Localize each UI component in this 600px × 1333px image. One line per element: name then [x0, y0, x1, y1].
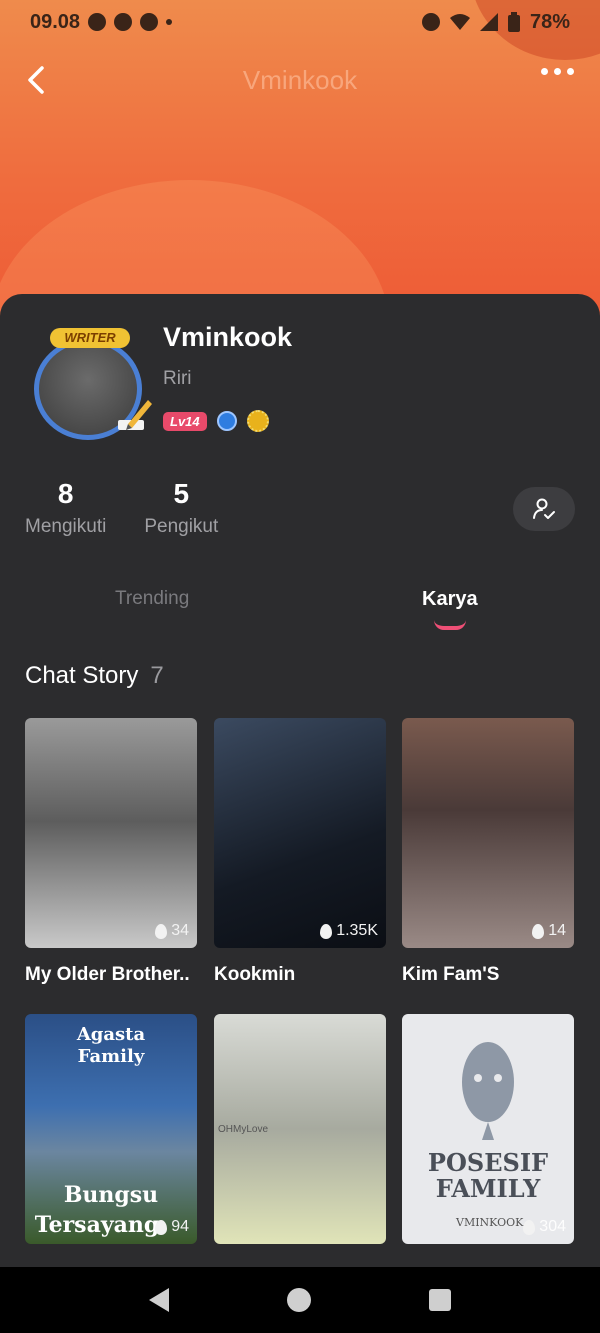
dragon-emblem-icon — [462, 1042, 514, 1140]
app-notification-icon — [114, 13, 133, 31]
system-recents-icon[interactable] — [429, 1289, 451, 1311]
back-arrow-icon[interactable] — [22, 64, 54, 96]
cover-title: Agasta — [76, 1024, 146, 1045]
story-cover[interactable]: Agasta Family Bungsu Tersayang 94 — [25, 1014, 197, 1244]
system-home-icon[interactable] — [287, 1288, 311, 1312]
page: 09.08 78% Vminkook WRITER Vminkook Riri — [0, 0, 600, 1333]
badge-row: Lv14 — [163, 410, 269, 432]
battery-icon — [507, 12, 520, 32]
followers-count: 5 — [173, 478, 190, 509]
profile-subname: Riri — [163, 368, 192, 389]
cover-author: VMINKOOK — [456, 1216, 524, 1229]
following-stat[interactable]: 8 Mengikuti — [25, 478, 106, 538]
tab-karya[interactable]: Karya — [422, 588, 478, 611]
active-tab-indicator — [434, 620, 466, 630]
flame-icon — [155, 1219, 168, 1235]
tab-trending[interactable]: Trending — [115, 588, 189, 610]
view-count: 94 — [155, 1218, 189, 1236]
cover-caption: OHMyLove — [218, 1124, 269, 1135]
cover-title: Family — [77, 1046, 145, 1067]
view-count: 14 — [532, 922, 566, 940]
writer-badge: WRITER — [50, 328, 130, 348]
more-options-icon[interactable] — [541, 68, 574, 75]
pen-book-icon — [118, 400, 152, 430]
story-title[interactable]: My Older Brother.. — [25, 964, 197, 986]
wifi-icon — [449, 14, 470, 30]
content-tabs: Trending Karya — [0, 584, 600, 644]
following-label: Mengikuti — [25, 516, 107, 537]
chat-notification-icon — [88, 13, 107, 31]
section-header: Chat Story 7 — [25, 662, 164, 690]
flame-icon — [532, 923, 545, 939]
following-count: 8 — [57, 478, 74, 509]
more-notifications-icon — [166, 19, 173, 25]
story-card[interactable]: Agasta Family Bungsu Tersayang 94 — [25, 1014, 197, 1244]
top-nav: Vminkook — [0, 56, 600, 104]
flame-icon — [155, 923, 168, 939]
app-notification-icon — [140, 13, 159, 31]
battery-percent: 78% — [529, 10, 570, 33]
profile-header-background — [0, 0, 600, 330]
cover-title: POSESIF — [427, 1148, 549, 1177]
follow-stats: 8 Mengikuti 5 Pengikut — [25, 478, 218, 538]
blue-medal-icon[interactable] — [216, 411, 237, 431]
flame-icon — [320, 923, 333, 939]
story-cover[interactable]: 14 — [402, 718, 574, 948]
story-card[interactable]: 34 My Older Brother.. — [25, 718, 197, 986]
story-cover[interactable]: 1.35K — [214, 718, 386, 948]
story-title[interactable]: Kookmin — [214, 964, 386, 986]
avatar-frame[interactable]: WRITER — [26, 328, 152, 446]
nav-title: Vminkook — [242, 64, 358, 95]
story-cover[interactable]: POSESIF FAMILY VMINKOOK 304 — [402, 1014, 574, 1244]
followers-label: Pengikut — [144, 516, 219, 537]
status-time: 09.08 — [30, 10, 81, 33]
signal-icon — [479, 13, 498, 31]
view-count: 304 — [523, 1218, 566, 1236]
story-card[interactable]: 1.35K Kookmin — [214, 718, 386, 986]
sun-medal-icon[interactable] — [246, 410, 269, 432]
view-count: 1.35K — [320, 922, 378, 940]
view-count: 34 — [155, 922, 189, 940]
section-title: Chat Story — [25, 662, 139, 689]
story-card[interactable]: POSESIF FAMILY VMINKOOK 304 — [402, 1014, 574, 1244]
do-not-disturb-icon — [421, 13, 440, 31]
followers-stat[interactable]: 5 Pengikut — [144, 478, 218, 538]
status-bar: 09.08 78% — [0, 0, 600, 44]
level-badge[interactable]: Lv14 — [163, 411, 207, 431]
story-cover[interactable]: 34 — [25, 718, 197, 948]
system-nav-bar — [0, 1267, 600, 1333]
cover-subtitle: Bungsu — [63, 1182, 159, 1208]
story-cover[interactable]: OHMyLove — [214, 1014, 386, 1244]
story-card[interactable]: 14 Kim Fam'S — [402, 718, 574, 986]
follow-button[interactable] — [513, 487, 575, 531]
cover-title: FAMILY — [435, 1174, 541, 1203]
story-card[interactable]: OHMyLove — [214, 1014, 386, 1244]
user-check-icon — [533, 498, 555, 519]
system-back-icon[interactable] — [149, 1288, 169, 1312]
story-title[interactable]: Kim Fam'S — [402, 964, 574, 986]
section-count: 7 — [150, 662, 164, 689]
flame-icon — [523, 1219, 536, 1235]
profile-name: Vminkook — [163, 322, 293, 352]
